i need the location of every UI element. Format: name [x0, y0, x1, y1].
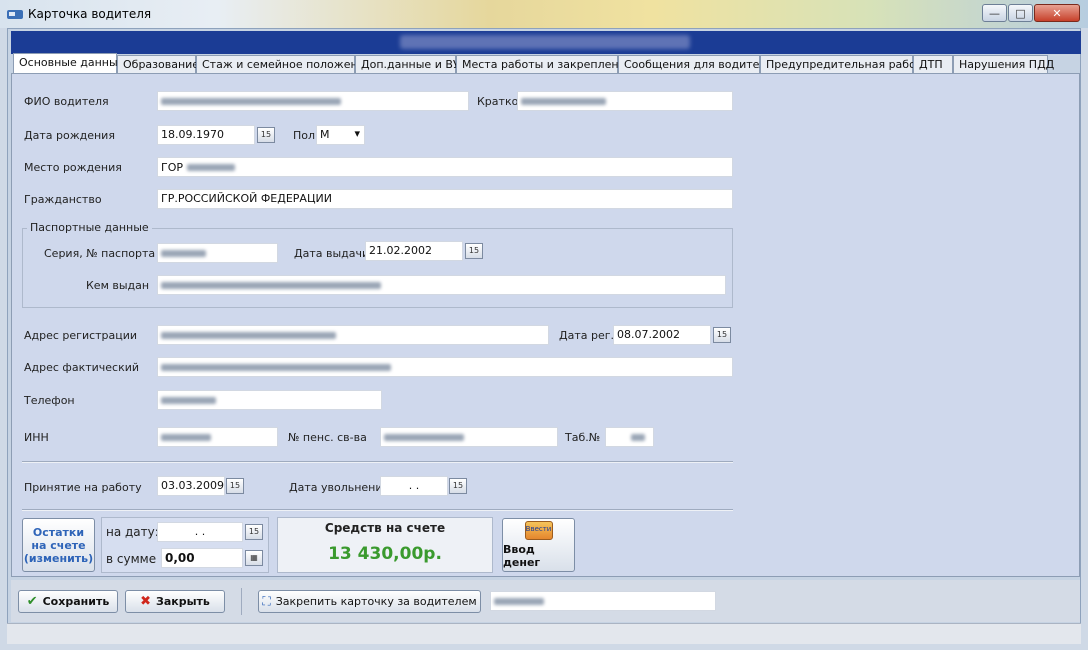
- assigned-driver-field[interactable]: [490, 591, 716, 611]
- birth-place-field[interactable]: ГОР: [157, 157, 733, 177]
- fio-label: ФИО водителя: [24, 95, 109, 108]
- tab-workplaces[interactable]: Места работы и закрепления: [456, 55, 632, 73]
- close-window-button[interactable]: ✕: [1034, 4, 1080, 22]
- inn-field[interactable]: [157, 427, 278, 447]
- status-bar: [7, 623, 1081, 644]
- window-titlebar[interactable]: [0, 0, 1088, 28]
- close-button-label: Закрыть: [156, 595, 210, 608]
- chevron-down-icon: ▾: [354, 127, 360, 140]
- calendar-icon[interactable]: 15: [226, 478, 244, 494]
- toolbar-separator: [241, 588, 242, 615]
- citizenship-label: Гражданство: [24, 193, 102, 206]
- phone-field[interactable]: [157, 390, 382, 410]
- tab-accidents[interactable]: ДТП: [913, 55, 953, 73]
- window-title: Карточка водителя: [28, 7, 152, 21]
- passport-series-field[interactable]: [157, 243, 278, 263]
- short-name-label: Кратко: [477, 95, 519, 108]
- reg-address-field[interactable]: [157, 325, 549, 345]
- issue-date-label: Дата выдачи: [294, 247, 370, 260]
- calendar-icon[interactable]: 15: [245, 524, 263, 540]
- reg-address-label: Адрес регистрации: [24, 329, 138, 342]
- close-button[interactable]: ✖ Закрыть: [125, 590, 225, 613]
- dismissal-date-field[interactable]: . .: [380, 476, 448, 496]
- sum-field[interactable]: 0,00: [161, 548, 243, 568]
- gender-select[interactable]: М ▾: [316, 125, 365, 145]
- sum-label: в сумме: [106, 552, 157, 566]
- gender-value: М: [320, 128, 330, 141]
- checkmark-icon: ✔: [26, 594, 38, 609]
- calendar-icon[interactable]: 15: [713, 327, 731, 343]
- issued-by-field[interactable]: [157, 275, 726, 295]
- assign-card-button[interactable]: ⛶ Закрепить карточку за водителем: [258, 590, 481, 613]
- birth-date-label: Дата рождения: [24, 129, 115, 142]
- hire-date-label: Принятие на работу: [24, 481, 142, 494]
- save-button[interactable]: ✔ Сохранить: [18, 590, 118, 613]
- fio-field[interactable]: [157, 91, 469, 111]
- tab-preventive-work[interactable]: Предупредительная работа: [760, 55, 929, 73]
- reg-date-field[interactable]: 08.07.2002: [613, 325, 711, 345]
- funds-title: Средств на счете: [324, 521, 446, 535]
- reg-date-label: Дата рег.: [559, 329, 615, 342]
- calendar-icon[interactable]: 15: [257, 127, 275, 143]
- funds-value: 13 430,00р.: [328, 544, 442, 564]
- maximize-button[interactable]: □: [1008, 4, 1033, 22]
- assign-card-label: Закрепить карточку за водителем: [275, 595, 477, 608]
- passport-groupbox: [22, 228, 733, 308]
- deposit-button-label: Ввод денег: [503, 543, 541, 569]
- tab-number-field[interactable]: [605, 427, 654, 447]
- issue-date-field[interactable]: 21.02.2002: [365, 241, 463, 261]
- on-date-label: на дату:: [106, 525, 159, 539]
- passport-group-title: Паспортные данные: [27, 221, 152, 234]
- issued-by-label: Кем выдан: [86, 279, 150, 292]
- tab-number-label: Таб.№: [565, 431, 601, 444]
- tab-main-data[interactable]: Основные данные: [13, 53, 124, 74]
- minimize-button[interactable]: —: [982, 4, 1007, 22]
- tab-extra-license[interactable]: Доп.данные и ВУ: [355, 55, 460, 73]
- hire-date-field[interactable]: 03.03.2009: [157, 476, 225, 496]
- inn-label: ИНН: [24, 431, 49, 444]
- birth-place-prefix: ГОР: [161, 161, 183, 174]
- assign-icon: ⛶: [262, 594, 271, 608]
- short-name-field[interactable]: [517, 91, 733, 111]
- gender-label: Пол: [293, 129, 316, 142]
- calculator-icon[interactable]: ▦: [245, 550, 263, 566]
- tab-traffic-violations[interactable]: Нарушения ПДД: [953, 55, 1054, 73]
- birth-place-label: Место рождения: [24, 161, 122, 174]
- cross-icon: ✖: [140, 594, 152, 609]
- balance-date-field[interactable]: . .: [157, 522, 243, 542]
- driver-name-redacted: [400, 35, 690, 49]
- tab-experience-family[interactable]: Стаж и семейное положение: [196, 55, 372, 73]
- calendar-icon[interactable]: 15: [449, 478, 467, 494]
- birth-date-field[interactable]: 18.09.1970: [157, 125, 255, 145]
- actual-address-label: Адрес фактический: [24, 361, 140, 374]
- tab-education[interactable]: Образование: [117, 55, 199, 73]
- pension-label: № пенс. св-ва: [288, 431, 367, 444]
- pension-field[interactable]: [380, 427, 558, 447]
- divider: [22, 461, 733, 463]
- deposit-icon: Ввести: [524, 521, 553, 540]
- deposit-money-button[interactable]: Ввести Ввод денег: [502, 518, 575, 572]
- dismissal-date-label: Дата увольнения: [289, 481, 390, 494]
- edit-balance-button[interactable]: Остатки на счете (изменить): [22, 518, 95, 572]
- phone-label: Телефон: [24, 394, 75, 407]
- calendar-icon[interactable]: 15: [465, 243, 483, 259]
- tab-messages[interactable]: Сообщения для водителя: [618, 55, 773, 73]
- passport-series-label: Серия, № паспорта: [44, 247, 156, 260]
- app-icon: [7, 10, 23, 19]
- save-button-label: Сохранить: [42, 595, 110, 608]
- citizenship-field[interactable]: ГР.РОССИЙСКОЙ ФЕДЕРАЦИИ: [157, 189, 733, 209]
- divider: [22, 509, 733, 511]
- actual-address-field[interactable]: [157, 357, 733, 377]
